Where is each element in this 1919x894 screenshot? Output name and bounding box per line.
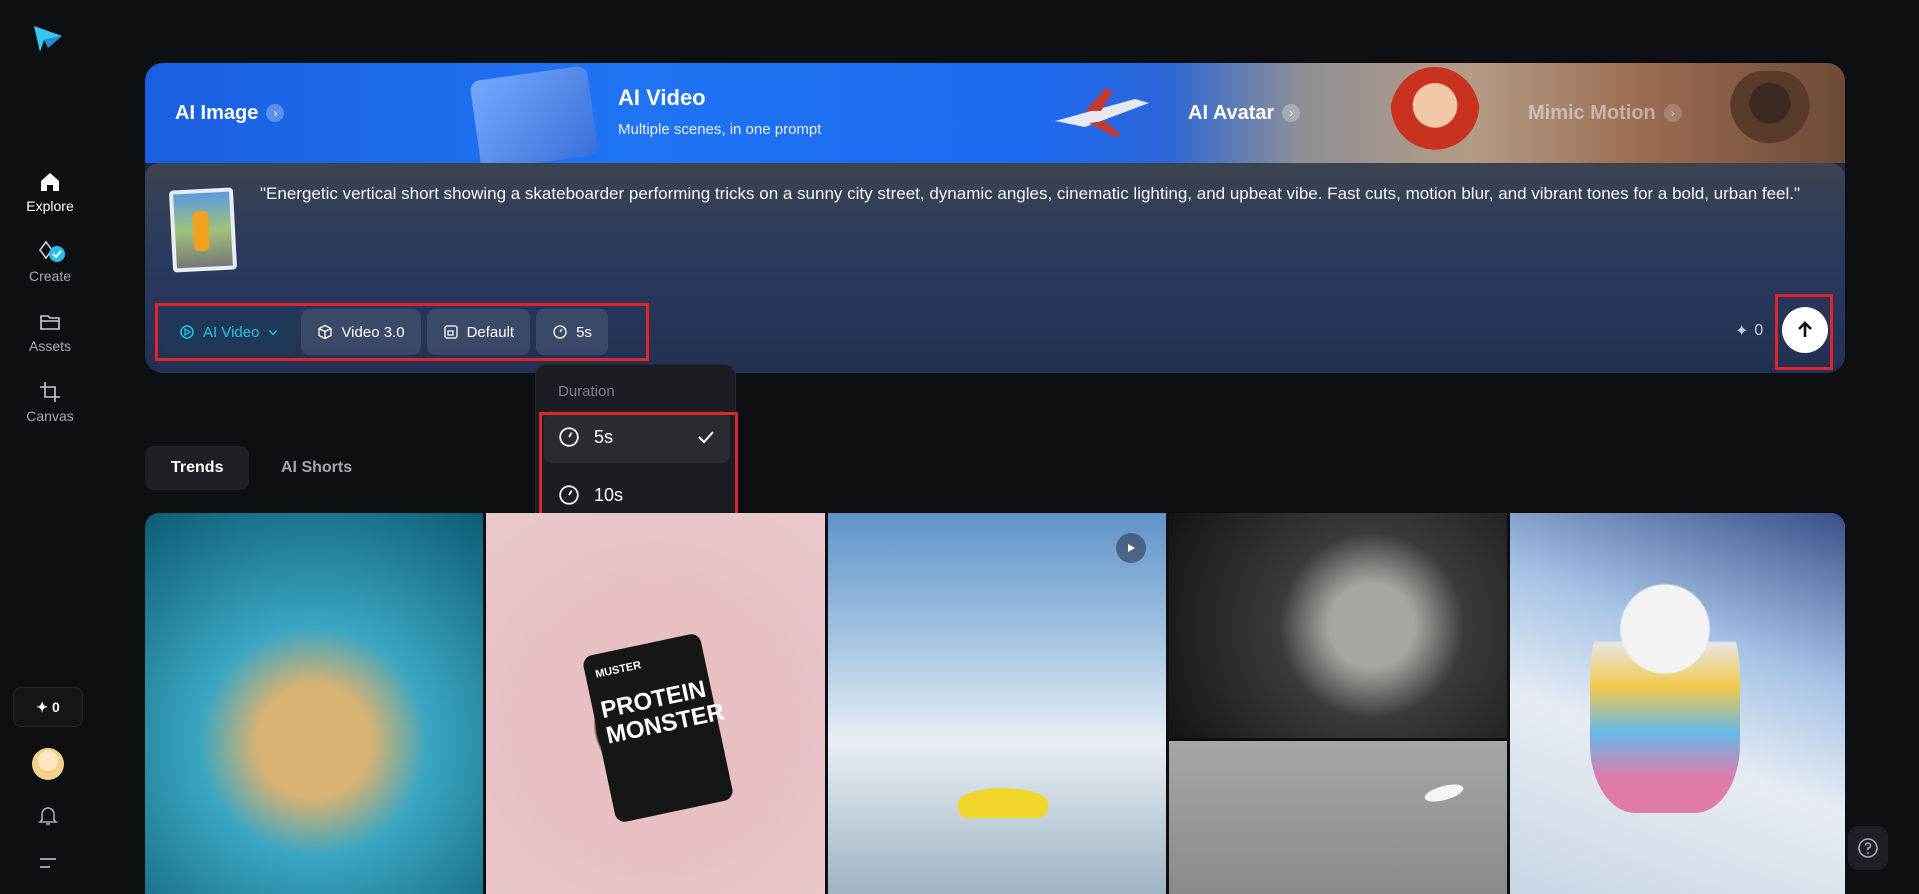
paraglider xyxy=(958,788,1048,818)
gallery-card[interactable] xyxy=(1510,513,1845,894)
app-logo[interactable] xyxy=(30,22,64,56)
duration-option-5s[interactable]: 5s xyxy=(544,411,730,463)
gallery-card[interactable]: MUSTER PROTEIN MONSTER xyxy=(486,513,825,894)
product-jar: MUSTER PROTEIN MONSTER xyxy=(581,632,735,824)
mode-label: AI Video xyxy=(203,323,260,341)
tab-label: AI Image xyxy=(175,101,259,124)
bird xyxy=(1422,781,1466,805)
model-label: Video 3.0 xyxy=(341,323,405,341)
tab-ai-shorts[interactable]: AI Shorts xyxy=(255,446,378,490)
clock-icon xyxy=(559,427,579,447)
sidebar-item-label: Create xyxy=(28,268,72,284)
cube-icon xyxy=(318,324,333,340)
chevron-right-icon: › xyxy=(266,104,285,122)
option-label: 5s xyxy=(594,426,614,447)
bell-icon[interactable] xyxy=(36,803,60,827)
gallery-card[interactable] xyxy=(1169,741,1507,894)
chevron-down-icon xyxy=(269,330,278,336)
sidebar-item-label: Assets xyxy=(28,338,71,354)
option-label: 10s xyxy=(594,484,624,505)
tab-label: Trends xyxy=(171,459,224,476)
tab-ai-image[interactable]: AI Image › xyxy=(175,63,285,163)
tab-label: Mimic Motion xyxy=(1528,101,1656,124)
trends-gallery: MUSTER PROTEIN MONSTER xyxy=(145,513,1845,894)
tab-title: AI Video xyxy=(618,85,706,110)
plane-thumbnail xyxy=(1055,89,1149,137)
sidebar-item-assets[interactable]: Assets xyxy=(0,310,100,356)
clock-icon xyxy=(559,485,579,505)
tab-label: AI Avatar xyxy=(1188,101,1275,124)
duration-select[interactable]: 5s xyxy=(536,309,608,355)
credits-balance[interactable]: ✦ 0 xyxy=(13,687,83,727)
check-icon xyxy=(698,431,714,444)
avatar-thumbnail xyxy=(1390,67,1480,163)
sidebar-item-label: Canvas xyxy=(26,408,74,424)
gallery-card[interactable] xyxy=(145,513,483,894)
sidebar: Explore Create Assets Canvas ✦ 0 xyxy=(0,0,100,894)
tab-ai-avatar[interactable]: AI Avatar › xyxy=(1188,63,1301,163)
snowboard-bear xyxy=(1590,583,1740,813)
help-icon xyxy=(1858,838,1878,858)
home-icon xyxy=(41,173,59,191)
cost-value: 0 xyxy=(1754,322,1764,339)
chevron-right-icon: › xyxy=(1282,104,1301,122)
tab-subtitle: Multiple scenes, in one prompt xyxy=(618,121,822,138)
menu-icon[interactable] xyxy=(38,855,58,871)
jar-brand: MUSTER xyxy=(594,659,643,681)
clock-icon xyxy=(553,325,567,339)
prompt-input[interactable]: "Energetic vertical short showing a skat… xyxy=(260,180,1820,208)
video-mode-icon xyxy=(180,325,194,339)
ratio-select[interactable]: Default xyxy=(426,309,531,355)
sidebar-item-explore[interactable]: Explore xyxy=(0,170,100,216)
prompt-area: "Energetic vertical short showing a skat… xyxy=(145,163,1845,373)
folder-icon xyxy=(40,315,60,330)
aspect-ratio-icon xyxy=(443,325,458,339)
chevron-right-icon: › xyxy=(1663,104,1682,122)
generate-button[interactable] xyxy=(1782,307,1828,353)
duration-menu: Duration 5s 10s xyxy=(535,364,736,528)
help-button[interactable] xyxy=(1848,826,1888,870)
sidebar-item-create[interactable]: Create xyxy=(0,240,100,286)
arrow-up-icon xyxy=(1798,321,1812,337)
play-icon[interactable] xyxy=(1116,533,1146,563)
menu-title: Duration xyxy=(558,383,615,400)
generation-controls: AI Video Video 3.0 Default 5s xyxy=(163,309,608,355)
gallery-card[interactable] xyxy=(828,513,1166,894)
ai-video-thumbnail xyxy=(469,65,599,171)
credits-value: 0 xyxy=(51,699,60,715)
mode-tabs: AI Image › AI Video Multiple scenes, in … xyxy=(145,63,1845,171)
ratio-label: Default xyxy=(466,323,515,341)
tab-mimic-motion[interactable]: Mimic Motion › xyxy=(1528,63,1682,163)
crop-icon xyxy=(40,382,60,402)
reference-image[interactable] xyxy=(168,187,238,273)
generator-card: AI Image › AI Video Multiple scenes, in … xyxy=(145,63,1845,373)
avatar[interactable] xyxy=(32,748,64,780)
tab-trends[interactable]: Trends xyxy=(145,446,250,490)
jar-title: PROTEIN MONSTER xyxy=(598,675,727,750)
sparkle-icon: ✦ xyxy=(1735,323,1749,340)
generation-cost: ✦ 0 xyxy=(1735,321,1763,341)
gallery-card[interactable] xyxy=(1169,513,1507,738)
sidebar-item-canvas[interactable]: Canvas xyxy=(0,380,100,426)
sidebar-item-label: Explore xyxy=(26,198,74,214)
sparkle-icon: ✦ xyxy=(36,698,48,715)
mode-select[interactable]: AI Video xyxy=(163,309,296,355)
mimic-thumbnail xyxy=(1730,71,1810,163)
sparkle-pen-icon xyxy=(39,240,65,262)
tab-label: AI Shorts xyxy=(281,459,353,476)
duration-label: 5s xyxy=(576,323,592,341)
model-select[interactable]: Video 3.0 xyxy=(301,309,421,355)
